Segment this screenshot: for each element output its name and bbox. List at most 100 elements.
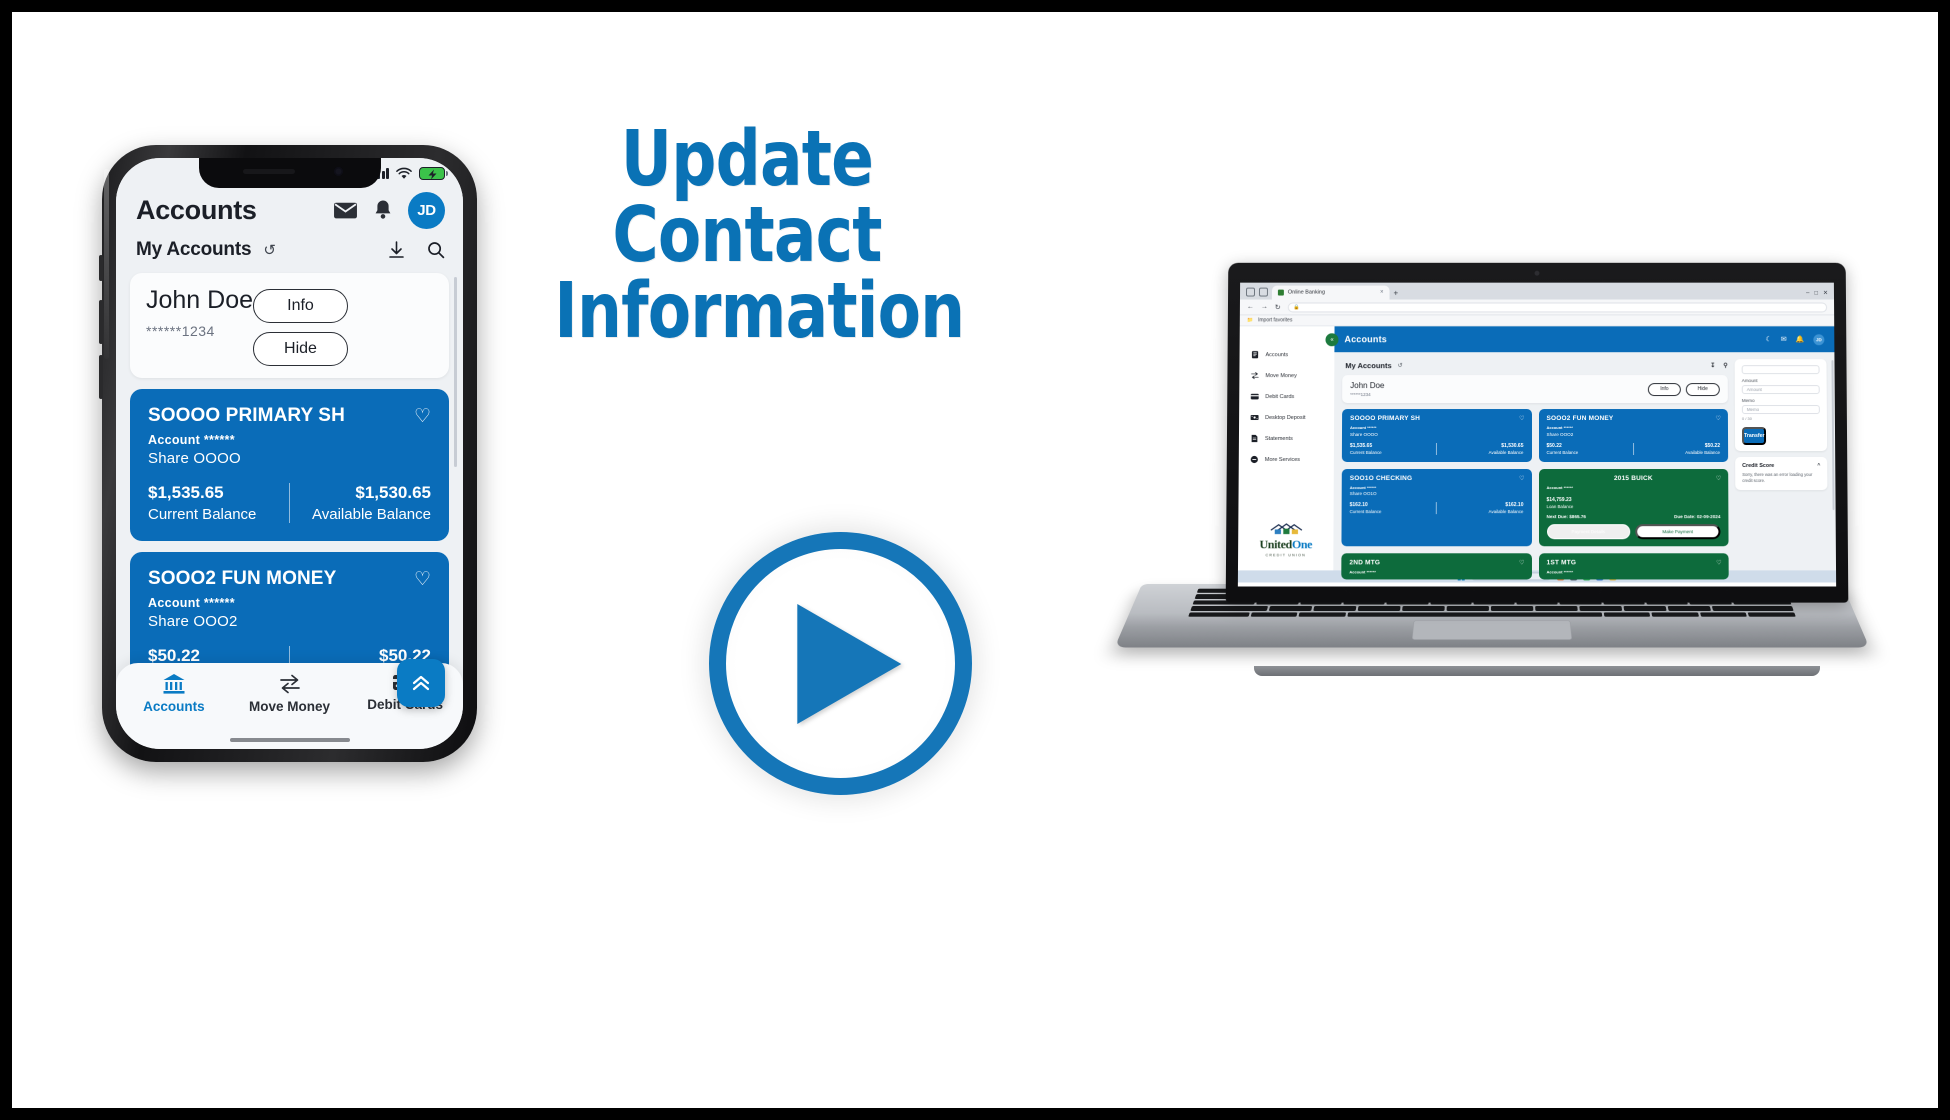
mail-icon[interactable]: ✉ xyxy=(1781,335,1787,343)
next-due-amount: Next Due: $865.76 xyxy=(1546,513,1586,519)
sidebar-item-debit-cards[interactable]: Debit Cards xyxy=(1239,386,1334,407)
avatar[interactable]: JD xyxy=(1813,333,1825,345)
battery-charging-icon xyxy=(419,166,449,180)
hide-button[interactable]: Hide xyxy=(1685,382,1720,396)
loan-card[interactable]: ♡ 1ST MTG Account ****** xyxy=(1538,552,1729,579)
due-date: Due Date: 02-09-2024 xyxy=(1674,513,1721,519)
make-payment-button[interactable]: Make Payment xyxy=(1634,523,1721,539)
payment-details-button[interactable]: Payment Details xyxy=(1546,523,1630,539)
close-window-icon[interactable]: ✕ xyxy=(1823,290,1828,297)
account-card[interactable]: ♡ SOOO2 FUN MONEY Account ****** Share O… xyxy=(1538,409,1729,462)
tab-search-icon[interactable] xyxy=(1245,287,1256,297)
refresh-icon[interactable]: ↺ xyxy=(263,241,276,259)
favorite-heart-icon[interactable]: ♡ xyxy=(1519,475,1524,482)
account-card[interactable]: ♡ SOO1O CHECKING Account ****** Share OO… xyxy=(1341,468,1532,546)
phone-mute-button[interactable] xyxy=(99,255,103,281)
download-icon[interactable] xyxy=(388,241,405,259)
back-arrow-icon[interactable]: ← xyxy=(1247,303,1254,310)
refresh-icon[interactable]: ↺ xyxy=(1398,362,1403,369)
favorite-heart-icon[interactable]: ♡ xyxy=(1716,415,1721,422)
chevron-up-icon[interactable]: ^ xyxy=(1817,463,1820,469)
available-balance-label: Available Balance xyxy=(1488,509,1524,515)
mail-icon[interactable] xyxy=(333,201,358,220)
import-favorites-link[interactable]: Import favorites xyxy=(1258,317,1292,323)
favorite-heart-icon[interactable]: ♡ xyxy=(414,568,431,591)
url-input[interactable]: 🔒 xyxy=(1287,302,1828,312)
hide-button[interactable]: Hide xyxy=(253,332,348,366)
available-balance-amount: $1,530.65 xyxy=(355,483,431,502)
favorite-heart-icon[interactable]: ♡ xyxy=(1716,559,1721,566)
amount-placeholder: Amount xyxy=(1746,387,1762,393)
current-balance-label: Current Balance xyxy=(1349,509,1382,515)
forward-arrow-icon[interactable]: → xyxy=(1261,303,1268,310)
minimize-icon[interactable]: – xyxy=(1806,290,1809,296)
account-card[interactable]: ♡ SOOOO PRIMARY SH Account ****** Share … xyxy=(130,389,449,541)
bookmarks-bar: 📁 Import favorites xyxy=(1239,315,1835,327)
account-share-label: Share OOOO xyxy=(1349,431,1378,437)
bell-icon[interactable] xyxy=(373,199,393,222)
favorite-heart-icon[interactable]: ♡ xyxy=(1519,415,1524,422)
phone-volume-down-button[interactable] xyxy=(99,355,103,399)
search-icon[interactable]: ⚲ xyxy=(1723,362,1727,369)
download-icon[interactable]: ↧ xyxy=(1710,362,1715,369)
phone-volume-up-button[interactable] xyxy=(99,300,103,344)
sidebar-item-desktop-deposit[interactable]: Desktop Deposit xyxy=(1239,407,1334,428)
from-account-select[interactable] xyxy=(1741,365,1820,375)
sidebar-item-label: Debit Cards xyxy=(1265,393,1295,400)
account-number-label: Account ****** xyxy=(1546,425,1573,431)
favorite-heart-icon[interactable]: ♡ xyxy=(1716,475,1721,482)
reload-icon[interactable]: ↻ xyxy=(1275,303,1281,311)
phone-mockup: Accounts JD My Accounts ↺ John Doe *****… xyxy=(99,145,477,762)
account-card[interactable]: ♡ SOOOO PRIMARY SH Account ****** Share … xyxy=(1341,409,1532,462)
tab-move-money[interactable]: Move Money xyxy=(232,673,348,714)
amount-input[interactable]: Amount xyxy=(1741,385,1820,395)
account-title: SOOO2 FUN MONEY xyxy=(1546,415,1614,423)
bell-icon[interactable]: 🔔 xyxy=(1796,335,1805,343)
account-title: 2015 BUICK xyxy=(1613,474,1653,482)
loan-card[interactable]: ♡ 2015 BUICK Account ****** $14,759.23 Lo… xyxy=(1538,468,1729,546)
new-tab-button[interactable]: + xyxy=(1393,289,1398,298)
balance-divider xyxy=(1436,442,1438,455)
member-name: John Doe xyxy=(1350,381,1385,391)
play-button[interactable] xyxy=(709,532,972,795)
phone-my-accounts-bar: My Accounts ↺ xyxy=(116,237,463,273)
favorite-heart-icon[interactable]: ♡ xyxy=(1519,559,1524,566)
scrollbar[interactable] xyxy=(454,277,457,467)
search-icon[interactable] xyxy=(427,241,445,259)
collapse-left-icon[interactable]: « xyxy=(1325,333,1339,347)
logo-tagline: CREDIT UNION xyxy=(1265,553,1306,558)
tab-list-icon[interactable] xyxy=(1258,287,1268,297)
close-icon[interactable]: × xyxy=(1380,290,1384,296)
favorite-heart-icon[interactable]: ♡ xyxy=(414,405,431,428)
browser-tab[interactable]: Online Banking × xyxy=(1271,285,1390,300)
statements-icon xyxy=(1251,434,1258,443)
dark-mode-icon[interactable]: ☾ xyxy=(1766,335,1772,343)
sidebar-item-accounts[interactable]: Accounts xyxy=(1239,344,1334,365)
info-button[interactable]: Info xyxy=(1648,382,1681,396)
accounts-column: My Accounts ↺ ↧ ⚲ John Doe ******1234 In… xyxy=(1341,359,1729,579)
logo-houses-icon xyxy=(1238,522,1333,537)
phone-app-bar: Accounts JD xyxy=(116,188,463,237)
memo-placeholder: Memo xyxy=(1746,407,1760,413)
window-controls[interactable]: – □ ✕ xyxy=(1806,290,1828,297)
memo-input[interactable]: Memo xyxy=(1741,405,1820,415)
webcam xyxy=(1534,270,1540,276)
info-button[interactable]: Info xyxy=(253,289,348,323)
phone-accounts-scroll[interactable]: John Doe ******1234 Info Hide ♡ SOOOO PR… xyxy=(116,273,463,704)
phone-screen: Accounts JD My Accounts ↺ John Doe *****… xyxy=(116,158,463,749)
sidebar-item-move-money[interactable]: Move Money xyxy=(1239,365,1334,386)
sidebar-item-more-services[interactable]: More Services xyxy=(1239,449,1334,470)
trackpad[interactable] xyxy=(1411,620,1573,640)
avatar[interactable]: JD xyxy=(408,192,445,229)
maximize-icon[interactable]: □ xyxy=(1814,290,1818,296)
sidebar-item-statements[interactable]: Statements xyxy=(1239,428,1334,449)
scroll-to-top-fab[interactable] xyxy=(397,659,445,707)
current-balance-label: Current Balance xyxy=(1349,449,1382,455)
video-title: Update Contact Information xyxy=(512,121,982,351)
loan-card[interactable]: ♡ 2ND MTG Account ****** xyxy=(1341,552,1532,579)
transfer-button[interactable]: Transfer xyxy=(1741,427,1767,445)
laptop-mockup: Online Banking × + – □ ✕ ← → ↻ 🔒 📁 Impor… xyxy=(1114,262,1870,712)
balance-divider xyxy=(289,483,290,523)
tab-accounts[interactable]: Accounts xyxy=(116,673,232,714)
current-balance-amount: $50.22 xyxy=(1546,442,1562,449)
